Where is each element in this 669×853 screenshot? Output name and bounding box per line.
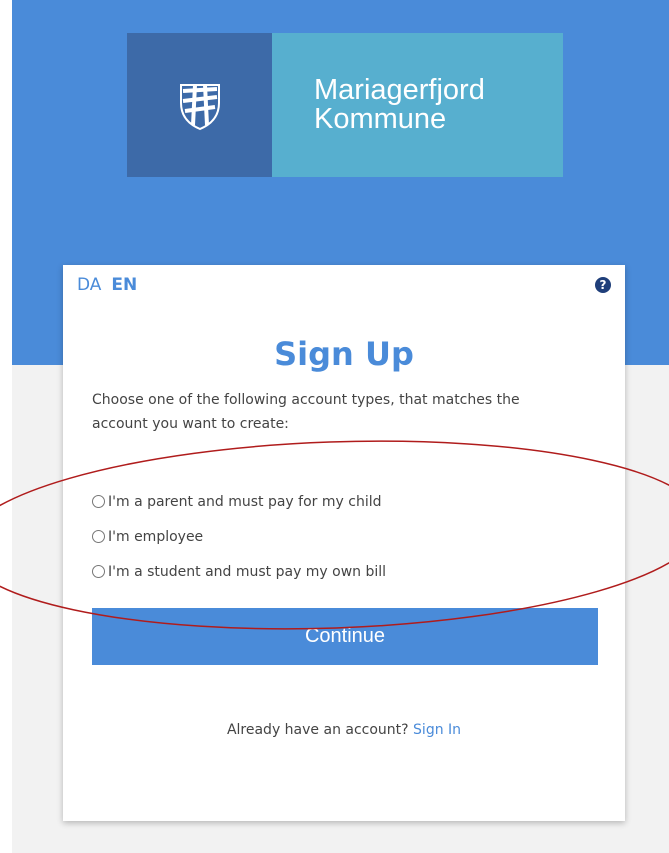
radio-employee[interactable] xyxy=(92,530,105,543)
option-student[interactable]: I'm a student and must pay my own bill xyxy=(92,554,386,589)
question-circle-icon[interactable]: ? xyxy=(595,277,611,293)
logo-line-2: Kommune xyxy=(314,103,447,135)
radio-parent[interactable] xyxy=(92,495,105,508)
signin-prompt: Already have an account? xyxy=(226,722,409,738)
lang-en-link[interactable]: EN xyxy=(111,275,137,295)
continue-button[interactable]: Continue xyxy=(92,608,598,665)
signin-row: Already have an account? Sign In xyxy=(63,722,625,738)
signin-link[interactable]: Sign In xyxy=(413,722,461,738)
radio-student[interactable] xyxy=(92,565,105,578)
municipality-logo: Mariagerfjord Kommune xyxy=(127,33,563,177)
intro-text: Choose one of the following account type… xyxy=(92,392,520,432)
option-student-label[interactable]: I'm a student and must pay my own bill xyxy=(108,564,386,580)
page-left-strip xyxy=(0,0,12,853)
option-parent[interactable]: I'm a parent and must pay for my child xyxy=(92,484,386,519)
option-parent-label[interactable]: I'm a parent and must pay for my child xyxy=(108,494,381,510)
account-type-options: I'm a parent and must pay for my child I… xyxy=(92,484,386,589)
option-employee[interactable]: I'm employee xyxy=(92,519,386,554)
logo-wordmark: Mariagerfjord Kommune xyxy=(272,33,563,177)
logo-line-1: Mariagerfjord xyxy=(314,74,485,106)
lang-da-link[interactable]: DA xyxy=(77,275,101,295)
signup-card: DA EN ? Sign Up Choose one of the followi… xyxy=(63,265,625,821)
page-title: Sign Up xyxy=(274,335,414,373)
language-switcher: DA EN xyxy=(77,275,137,295)
municipal-shield-icon xyxy=(127,33,272,177)
option-employee-label[interactable]: I'm employee xyxy=(108,529,203,545)
